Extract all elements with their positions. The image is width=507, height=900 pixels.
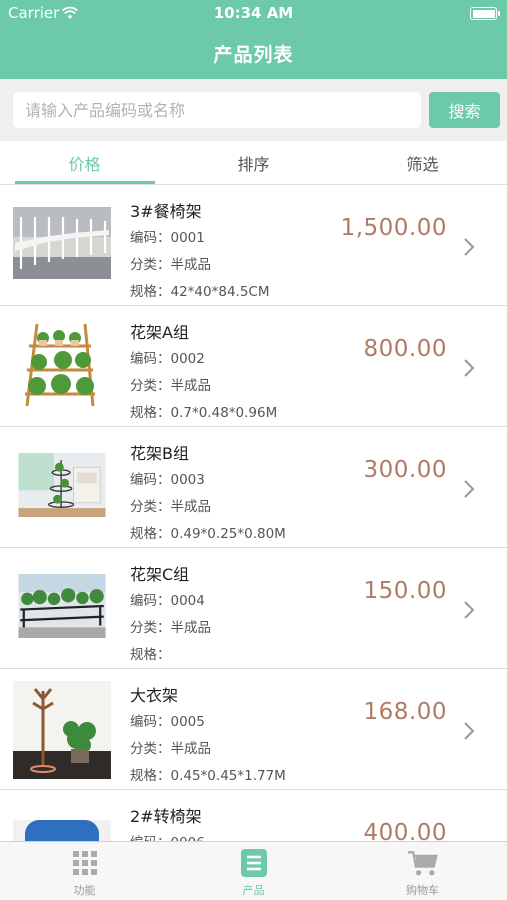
chevron-right-icon xyxy=(464,480,475,498)
battery-icon xyxy=(470,7,500,20)
product-image xyxy=(13,207,111,279)
product-image xyxy=(13,820,111,841)
product-price: 150.00 xyxy=(363,578,447,604)
product-code: 编码：0006 xyxy=(130,830,205,841)
search-bar: 搜索 xyxy=(0,79,507,141)
tabbar-item-functions[interactable]: 功能 xyxy=(0,842,169,900)
filter-tabs: 价格 排序 筛选 xyxy=(0,141,507,185)
search-button[interactable]: 搜索 xyxy=(429,92,500,128)
product-code: 编码：0003 xyxy=(130,472,205,488)
list-item[interactable]: 花架B组 编码：0003 分类：半成品 规格：0.49*0.25*0.80M 3… xyxy=(0,427,507,548)
product-name: 花架C组 xyxy=(130,565,190,584)
product-spec: 规格：0.49*0.25*0.80M xyxy=(130,526,286,542)
list-item[interactable]: 花架C组 编码：0004 分类：半成品 规格： 150.00 xyxy=(0,548,507,669)
product-spec: 规格：0.7*0.48*0.96M xyxy=(130,405,278,421)
product-image xyxy=(18,574,106,638)
product-category: 分类：半成品 xyxy=(130,499,211,515)
product-category: 分类：半成品 xyxy=(130,378,211,394)
product-name: 2#转椅架 xyxy=(130,807,202,826)
tabbar-label: 功能 xyxy=(73,884,96,897)
product-price: 168.00 xyxy=(363,699,447,725)
nav-header: Carrier 10:34 AM 产品列表 xyxy=(0,0,507,79)
bottom-tab-bar: 功能 产品 购物车 xyxy=(0,841,507,900)
clock: 10:34 AM xyxy=(213,4,294,22)
product-category: 分类：半成品 xyxy=(130,620,211,636)
product-code: 编码：0005 xyxy=(130,714,205,730)
list-icon xyxy=(240,849,267,877)
chevron-right-icon xyxy=(464,238,475,256)
product-spec: 规格： xyxy=(130,647,171,663)
product-name: 花架A组 xyxy=(130,323,189,342)
list-item[interactable]: 花架A组 编码：0002 分类：半成品 规格：0.7*0.48*0.96M 80… xyxy=(0,306,507,427)
product-category: 分类：半成品 xyxy=(130,257,211,273)
product-price: 300.00 xyxy=(363,457,447,483)
tab-price[interactable]: 价格 xyxy=(0,141,169,184)
tab-sort[interactable]: 排序 xyxy=(169,141,338,184)
cart-icon xyxy=(407,851,438,876)
tabbar-item-cart[interactable]: 购物车 xyxy=(338,842,507,900)
chevron-right-icon xyxy=(464,601,475,619)
list-item[interactable]: 3#餐椅架 编码：0001 分类：半成品 规格：42*40*84.5CM 1,5… xyxy=(0,185,507,306)
product-spec: 规格：0.45*0.45*1.77M xyxy=(130,768,286,784)
product-price: 1,500.00 xyxy=(340,215,447,241)
list-item[interactable]: 大衣架 编码：0005 分类：半成品 规格：0.45*0.45*1.77M 16… xyxy=(0,669,507,790)
product-name: 3#餐椅架 xyxy=(130,202,202,221)
chevron-right-icon xyxy=(464,359,475,377)
list-item[interactable]: 2#转椅架 编码：0006 400.00 xyxy=(0,790,507,841)
tabbar-item-products[interactable]: 产品 xyxy=(169,842,338,900)
search-input[interactable] xyxy=(13,92,421,128)
product-name: 花架B组 xyxy=(130,444,189,463)
product-spec: 规格：42*40*84.5CM xyxy=(130,284,270,300)
page-title: 产品列表 xyxy=(213,44,294,66)
status-bar: Carrier 10:34 AM xyxy=(0,4,507,24)
grid-icon xyxy=(72,851,97,875)
product-code: 编码：0001 xyxy=(130,230,205,246)
product-price: 400.00 xyxy=(363,820,447,841)
product-image xyxy=(18,453,106,517)
product-price: 800.00 xyxy=(363,336,447,362)
product-category: 分类：半成品 xyxy=(130,741,211,757)
product-code: 编码：0004 xyxy=(130,593,205,609)
tabbar-label: 产品 xyxy=(242,884,265,897)
product-name: 大衣架 xyxy=(130,686,179,705)
product-image xyxy=(13,318,111,410)
chevron-right-icon xyxy=(464,722,475,740)
tabbar-label: 购物车 xyxy=(406,884,439,897)
product-image xyxy=(13,681,111,779)
tab-filter[interactable]: 筛选 xyxy=(338,141,507,184)
product-list: 3#餐椅架 编码：0001 分类：半成品 规格：42*40*84.5CM 1,5… xyxy=(0,185,507,841)
product-code: 编码：0002 xyxy=(130,351,205,367)
